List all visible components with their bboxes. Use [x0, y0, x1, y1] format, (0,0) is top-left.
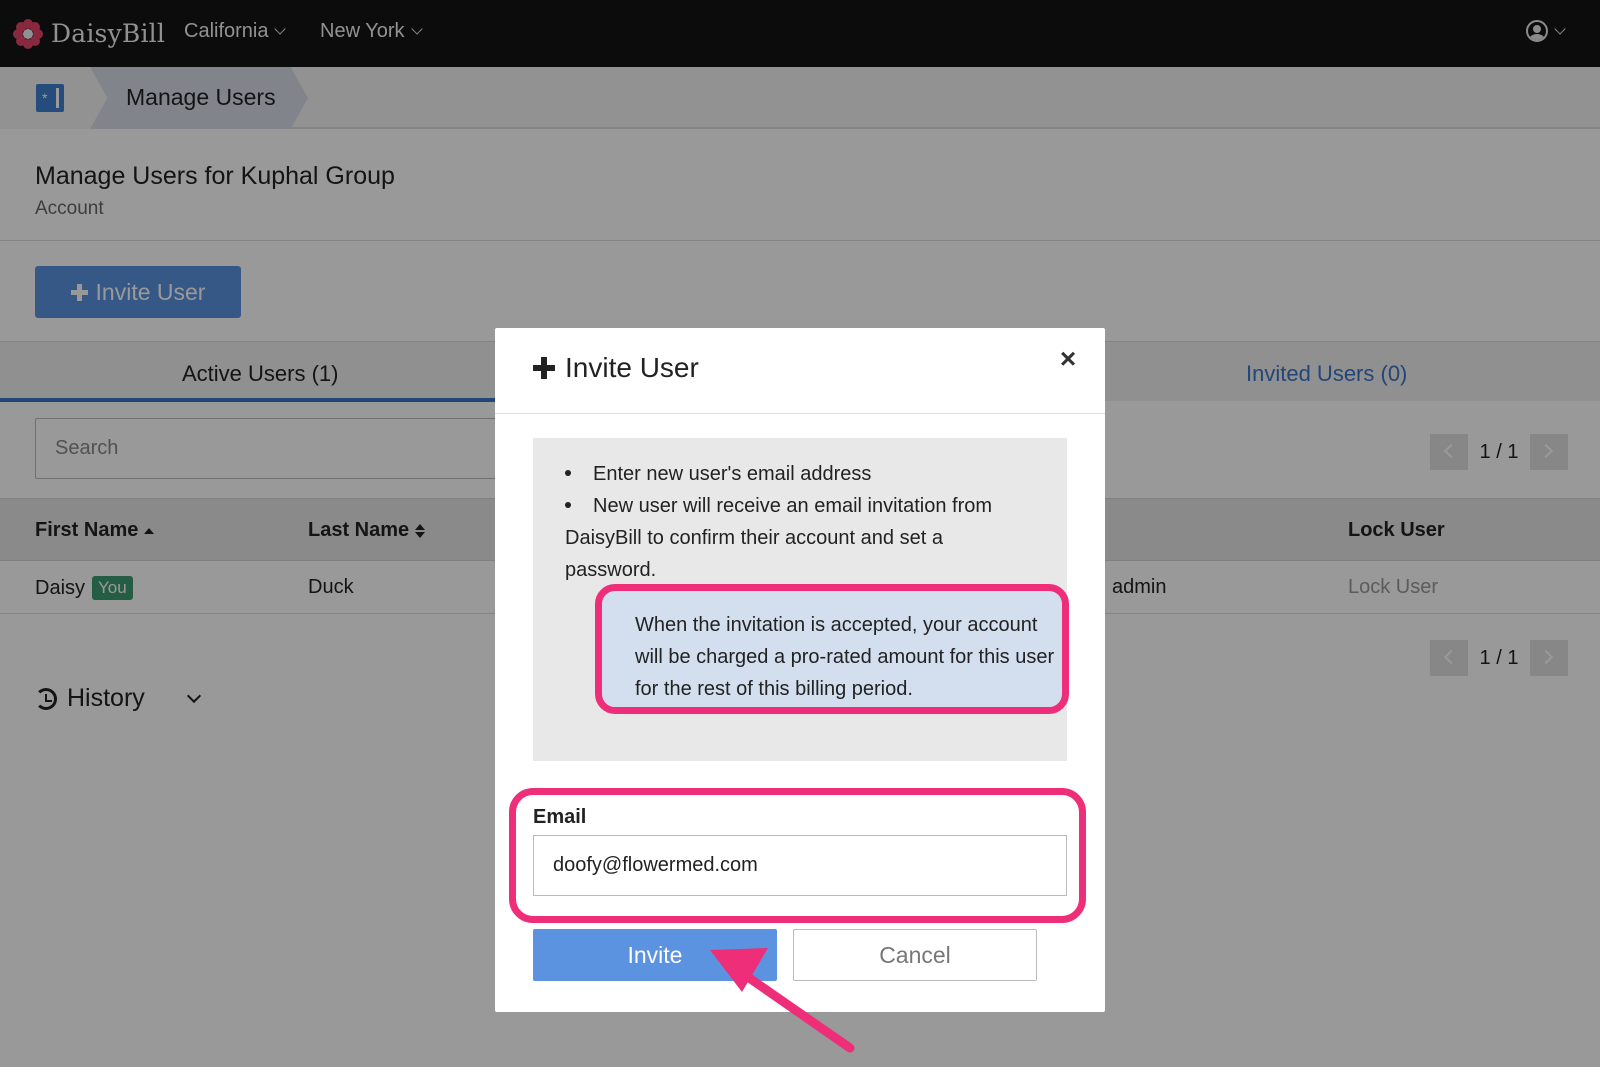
modal-header: Invite User × — [495, 328, 1105, 414]
modal-title: Invite User — [533, 352, 699, 384]
list-item: Enter new user's email address — [565, 458, 1035, 490]
annotation-arrow-icon — [710, 948, 855, 1053]
plus-icon — [533, 357, 555, 379]
bullet-icon — [565, 469, 571, 476]
modal-title-label: Invite User — [565, 352, 699, 383]
close-icon[interactable]: × — [1053, 344, 1083, 374]
info-panel: Enter new user's email address New user … — [533, 438, 1069, 761]
billing-note-text: When the invitation is accepted, your ac… — [635, 614, 1055, 700]
instructions-list: Enter new user's email address New user … — [565, 458, 1035, 586]
instruction-text: password. — [565, 559, 657, 581]
email-field[interactable]: doofy@flowermed.com — [533, 835, 1067, 896]
instruction-text: Enter new user's email address — [593, 463, 872, 485]
list-item: password. — [565, 554, 1035, 586]
billing-note-highlight: When the invitation is accepted, your ac… — [595, 584, 1069, 714]
instruction-text: DaisyBill to confirm their account and s… — [565, 527, 943, 549]
list-item: New user will receive an email invitatio… — [565, 490, 1035, 522]
bullet-icon — [565, 501, 571, 508]
instruction-text: New user will receive an email invitatio… — [593, 495, 993, 517]
list-item: DaisyBill to confirm their account and s… — [565, 522, 1035, 554]
email-label: Email — [533, 806, 587, 828]
invite-user-modal: Invite User × Enter new user's email add… — [495, 328, 1105, 1012]
